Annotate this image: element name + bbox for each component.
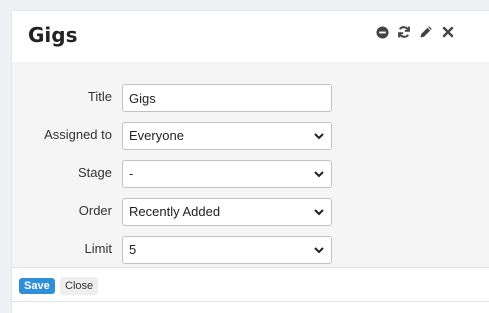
chevron-down-icon	[314, 247, 324, 254]
panel-header: Gigs	[12, 11, 489, 63]
close-icon[interactable]	[441, 25, 455, 39]
order-row: Order Recently Added	[12, 198, 489, 226]
settings-form: Title Assigned to Everyone Stage - Order…	[12, 62, 489, 267]
assigned-to-value: Everyone	[129, 128, 184, 143]
refresh-icon[interactable]	[397, 25, 411, 39]
assigned-to-row: Assigned to Everyone	[12, 122, 489, 150]
widget-panel: Gigs Title Assigned to	[11, 10, 489, 313]
form-footer: Save Close	[12, 267, 489, 303]
title-label: Title	[87, 89, 112, 104]
limit-select[interactable]: 5	[122, 236, 332, 264]
limit-value: 5	[129, 242, 137, 257]
close-button[interactable]: Close	[60, 277, 99, 295]
chevron-down-icon	[314, 133, 324, 140]
limit-row: Limit 5	[12, 236, 489, 264]
minus-circle-icon[interactable]	[375, 25, 389, 39]
header-actions	[375, 25, 455, 39]
stage-select[interactable]: -	[122, 160, 332, 188]
stage-row: Stage -	[12, 160, 489, 188]
divider	[12, 301, 489, 302]
save-button[interactable]: Save	[19, 278, 55, 294]
assigned-to-select[interactable]: Everyone	[122, 122, 332, 150]
limit-label: Limit	[84, 241, 112, 256]
order-label: Order	[78, 203, 112, 218]
panel-title: Gigs	[28, 23, 78, 47]
stage-label: Stage	[78, 165, 112, 180]
stage-value: -	[129, 166, 134, 181]
assigned-to-label: Assigned to	[44, 127, 112, 142]
chevron-down-icon	[314, 209, 324, 216]
title-input[interactable]	[122, 84, 332, 112]
chevron-down-icon	[314, 171, 324, 178]
order-select[interactable]: Recently Added	[122, 198, 332, 226]
title-row: Title	[12, 84, 489, 112]
order-value: Recently Added	[129, 204, 221, 219]
pencil-icon[interactable]	[419, 25, 433, 39]
